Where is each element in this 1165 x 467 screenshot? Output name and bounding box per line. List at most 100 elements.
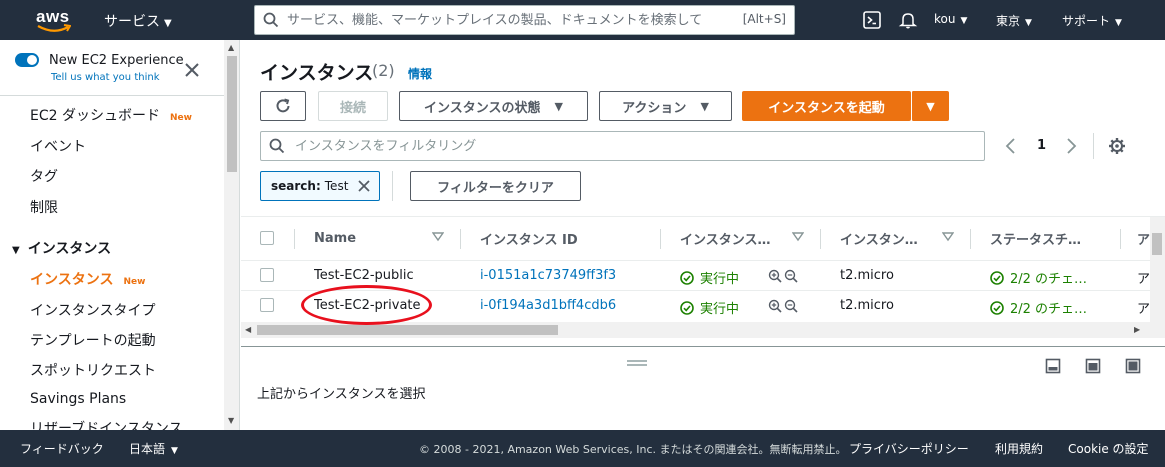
caret-down-icon: ▼ — [1115, 18, 1122, 28]
token-value: Test — [324, 179, 349, 193]
feedback-link[interactable]: フィードバック — [20, 440, 104, 457]
panel-side-icon[interactable] — [1085, 358, 1101, 374]
sidebar-item-events[interactable]: イベント — [30, 136, 86, 156]
vertical-scroll-thumb[interactable] — [1152, 233, 1162, 255]
row-checkbox[interactable] — [260, 268, 274, 282]
instance-state-label: 実行中 — [700, 302, 740, 317]
token-key: search: — [271, 179, 321, 193]
horizontal-scroll-thumb[interactable] — [257, 325, 558, 335]
scroll-right-icon[interactable]: ▶ — [1134, 325, 1140, 334]
sidebar-item-spot-requests[interactable]: スポットリクエスト — [30, 360, 156, 380]
sidebar: New EC2 Experience Tell us what you thin… — [0, 40, 240, 430]
terms-link[interactable]: 利用規約 — [995, 440, 1043, 457]
gear-icon[interactable] — [1108, 137, 1126, 155]
column-header-status-checks[interactable]: ステータスチ… — [990, 217, 1120, 260]
account-menu[interactable]: kou ▼ — [934, 12, 967, 26]
sidebar-item-launch-templates[interactable]: テンプレートの起動 — [30, 330, 156, 350]
chevron-left-icon[interactable] — [1004, 137, 1018, 155]
aws-logo[interactable]: aws — [36, 7, 76, 35]
column-header-instance-state[interactable]: インスタンス… — [680, 217, 820, 260]
sidebar-item-savings-plans[interactable]: Savings Plans — [30, 391, 126, 407]
sort-icon — [792, 232, 804, 242]
status-checks: 2/2 のチェ… — [990, 268, 1087, 287]
scroll-up-icon[interactable]: ▲ — [228, 43, 234, 52]
sidebar-scrollbar[interactable]: ▲ ▼ — [224, 40, 239, 430]
token-divider — [392, 171, 393, 201]
column-divider — [294, 229, 295, 249]
zoom-out-icon[interactable] — [784, 299, 798, 313]
services-label: サービス — [104, 14, 160, 30]
actions-button[interactable]: アクション ▼ — [599, 91, 732, 121]
instance-filter[interactable] — [260, 131, 985, 161]
sidebar-item-tags[interactable]: タグ — [30, 166, 58, 186]
search-icon — [269, 138, 285, 154]
page-number[interactable]: 1 — [1037, 138, 1046, 153]
support-menu[interactable]: サポート ▼ — [1062, 12, 1122, 29]
zoom-out-icon[interactable] — [784, 269, 798, 283]
row-checkbox[interactable] — [260, 298, 274, 312]
instance-state-label: インスタンスの状態 — [424, 100, 541, 116]
alarm-status: ア — [1137, 272, 1150, 287]
column-header-instance-type[interactable]: インスタン… — [840, 217, 970, 260]
clear-filters-button[interactable]: フィルターをクリア — [410, 171, 581, 201]
sidebar-scroll-thumb[interactable] — [227, 56, 237, 172]
table-vertical-scrollbar[interactable] — [1150, 217, 1165, 338]
scroll-down-icon[interactable]: ▼ — [228, 416, 234, 425]
instance-state: 実行中 — [680, 268, 739, 287]
alarm-status: ア — [1137, 302, 1150, 317]
status-checks: 2/2 のチェ… — [990, 298, 1087, 317]
sidebar-item-dashboard[interactable]: EC2 ダッシュボード New — [30, 105, 192, 125]
status-checks-label: 2/2 のチェ… — [1010, 302, 1088, 317]
drag-handle-icon[interactable] — [627, 360, 647, 366]
sidebar-item-instance-types[interactable]: インスタンスタイプ — [30, 300, 155, 320]
close-icon[interactable] — [184, 62, 200, 78]
info-link[interactable]: 情報 — [408, 65, 432, 82]
cloudshell-icon[interactable] — [862, 10, 882, 30]
global-search[interactable]: [Alt+S] — [254, 5, 795, 35]
connect-button[interactable]: 接続 — [318, 91, 388, 121]
chevron-right-icon[interactable] — [1064, 137, 1078, 155]
sort-icon — [942, 232, 954, 242]
privacy-policy-link[interactable]: プライバシーポリシー — [849, 440, 969, 457]
new-experience-toggle[interactable] — [15, 53, 39, 67]
global-search-input[interactable] — [287, 10, 717, 30]
instance-type: t2.micro — [840, 268, 894, 283]
feedback-link[interactable]: Tell us what you think — [51, 72, 160, 83]
caret-down-icon: ▼ — [12, 245, 20, 256]
filter-input[interactable] — [295, 137, 895, 155]
cookie-settings-link[interactable]: Cookie の設定 — [1068, 440, 1149, 457]
instance-id-link[interactable]: i-0f194a3d1bff4cdb6 — [480, 298, 616, 313]
launch-instances-button[interactable]: インスタンスを起動 — [742, 91, 911, 121]
check-circle-icon — [680, 270, 694, 285]
caret-down-icon: ▼ — [960, 16, 968, 26]
filter-token: search: Test — [260, 171, 380, 201]
sidebar-item-limits[interactable]: 制限 — [30, 197, 58, 217]
refresh-button[interactable] — [260, 91, 306, 121]
close-icon[interactable] — [357, 179, 371, 193]
panel-bottom-icon[interactable] — [1045, 358, 1061, 374]
zoom-in-icon[interactable] — [768, 269, 782, 283]
sidebar-item-instances[interactable]: インスタンス New — [30, 269, 145, 289]
language-selector[interactable]: 日本語 ▼ — [129, 440, 178, 457]
instance-id-link[interactable]: i-0151a1c73749ff3f3 — [480, 268, 616, 283]
column-header-name[interactable]: Name — [314, 217, 460, 260]
column-header-alarm[interactable]: ア — [1137, 217, 1150, 260]
column-divider — [460, 229, 461, 249]
instances-table: Name インスタンス ID インスタンス… インスタン… ステータスチ… ア … — [241, 216, 1165, 346]
instance-state-button[interactable]: インスタンスの状態 ▼ — [399, 91, 588, 121]
region-menu[interactable]: 東京 ▼ — [996, 12, 1032, 29]
select-all-checkbox[interactable] — [260, 231, 274, 245]
column-header-instance-id[interactable]: インスタンス ID — [480, 217, 660, 260]
instance-type: t2.micro — [840, 298, 894, 313]
pager-divider — [1093, 133, 1094, 159]
launch-dropdown-button[interactable]: ▼ — [911, 91, 949, 121]
zoom-in-icon[interactable] — [768, 299, 782, 313]
sidebar-item-reserved-instances[interactable]: リザーブドインスタンス — [30, 418, 183, 430]
sidebar-section-instances[interactable]: ▼ インスタンス — [12, 238, 111, 258]
bell-icon[interactable] — [898, 10, 918, 30]
scroll-left-icon[interactable]: ◀ — [245, 325, 251, 334]
account-name: kou — [934, 12, 956, 26]
new-badge: New — [169, 113, 192, 123]
services-menu[interactable]: サービス ▼ — [104, 11, 172, 31]
panel-full-icon[interactable] — [1125, 358, 1141, 374]
